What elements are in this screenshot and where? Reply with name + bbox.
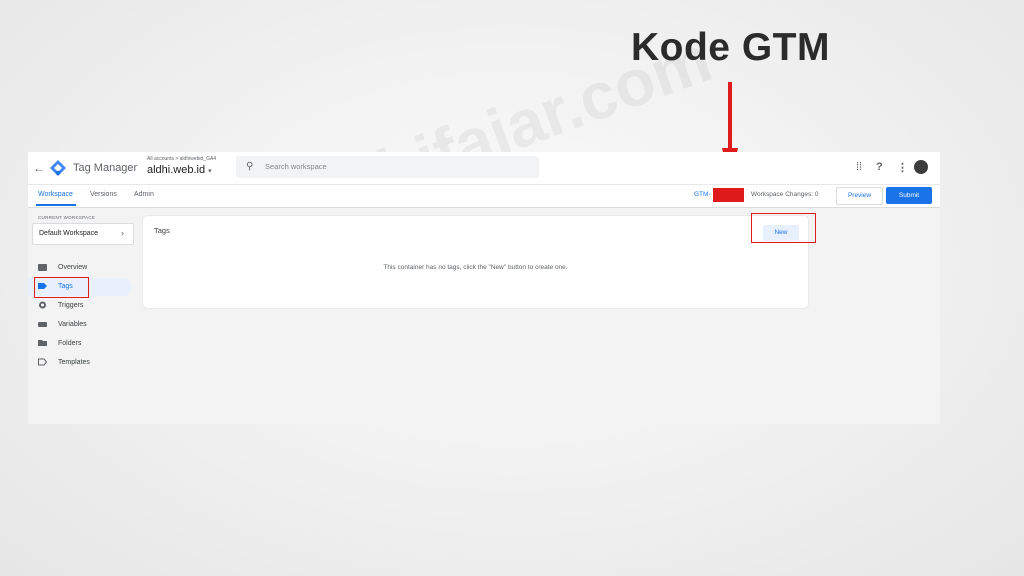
search-placeholder: Search workspace xyxy=(265,162,327,171)
container-selector[interactable]: aldhi.web.id ▾ xyxy=(147,164,212,176)
sidebar-item-variables[interactable]: Variables xyxy=(28,316,132,334)
active-tab-indicator xyxy=(36,204,76,206)
help-icon[interactable]: ? xyxy=(876,161,883,173)
tag-manager-app: ← Tag Manager All accounts > aldhiwebid_… xyxy=(28,152,940,424)
tab-bar: Workspace Versions Admin GTM- Workspace … xyxy=(28,184,940,208)
workspace-selector[interactable]: Default Workspace › xyxy=(32,223,134,245)
sidebar-item-label: Folders xyxy=(58,340,82,347)
current-workspace-label: CURRENT WORKSPACE xyxy=(38,215,96,220)
more-vert-icon[interactable]: ⋮ xyxy=(897,161,908,174)
tab-admin[interactable]: Admin xyxy=(134,191,154,198)
template-icon xyxy=(38,358,47,366)
sidebar-item-label: Variables xyxy=(58,321,87,328)
apps-grid-icon[interactable]: ⁞⁞ xyxy=(856,161,862,173)
tab-workspace[interactable]: Workspace xyxy=(38,191,73,198)
card-title: Tags xyxy=(154,226,170,235)
trigger-icon xyxy=(39,301,46,309)
empty-state-message: This container has no tags, click the "N… xyxy=(383,264,568,271)
search-input[interactable]: ⚲ Search workspace xyxy=(236,156,539,178)
preview-button[interactable]: Preview xyxy=(836,187,883,205)
tab-versions[interactable]: Versions xyxy=(90,191,117,198)
chevron-right-icon: › xyxy=(121,228,124,238)
top-bar: ← Tag Manager All accounts > aldhiwebid_… xyxy=(28,152,940,184)
tags-highlight-box xyxy=(34,277,89,298)
sidebar-item-triggers[interactable]: Triggers xyxy=(28,297,132,315)
tags-card: Tags New This container has no tags, cli… xyxy=(143,216,808,308)
dropdown-arrow-icon: ▾ xyxy=(208,168,212,175)
container-name: aldhi.web.id xyxy=(147,164,206,176)
sidebar-item-label: Triggers xyxy=(58,302,84,309)
annotation-headline: Kode GTM xyxy=(631,26,830,69)
sidebar-item-label: Templates xyxy=(58,359,90,366)
workspace-name: Default Workspace xyxy=(39,230,99,237)
tag-manager-logo-icon xyxy=(50,160,66,176)
container-id[interactable]: GTM- xyxy=(694,191,711,198)
workspace-changes: Workspace Changes: 0 xyxy=(751,191,819,198)
account-breadcrumb[interactable]: All accounts > aldhiwebid_GA4 xyxy=(147,156,216,162)
product-name: Tag Manager xyxy=(73,162,138,174)
submit-button[interactable]: Submit xyxy=(886,187,932,204)
redacted-container-id xyxy=(713,188,744,202)
new-button-highlight-box xyxy=(751,213,816,243)
sidebar-item-templates[interactable]: Templates xyxy=(28,354,132,372)
overview-icon xyxy=(38,264,47,271)
sidebar-item-folders[interactable]: Folders xyxy=(28,335,132,353)
search-icon: ⚲ xyxy=(246,161,254,172)
back-arrow-icon[interactable]: ← xyxy=(33,161,45,175)
folder-icon xyxy=(38,340,47,346)
variables-icon xyxy=(38,322,47,327)
sidebar-item-label: Overview xyxy=(58,264,88,271)
avatar[interactable] xyxy=(914,160,928,174)
sidebar-item-overview[interactable]: Overview xyxy=(28,259,132,277)
